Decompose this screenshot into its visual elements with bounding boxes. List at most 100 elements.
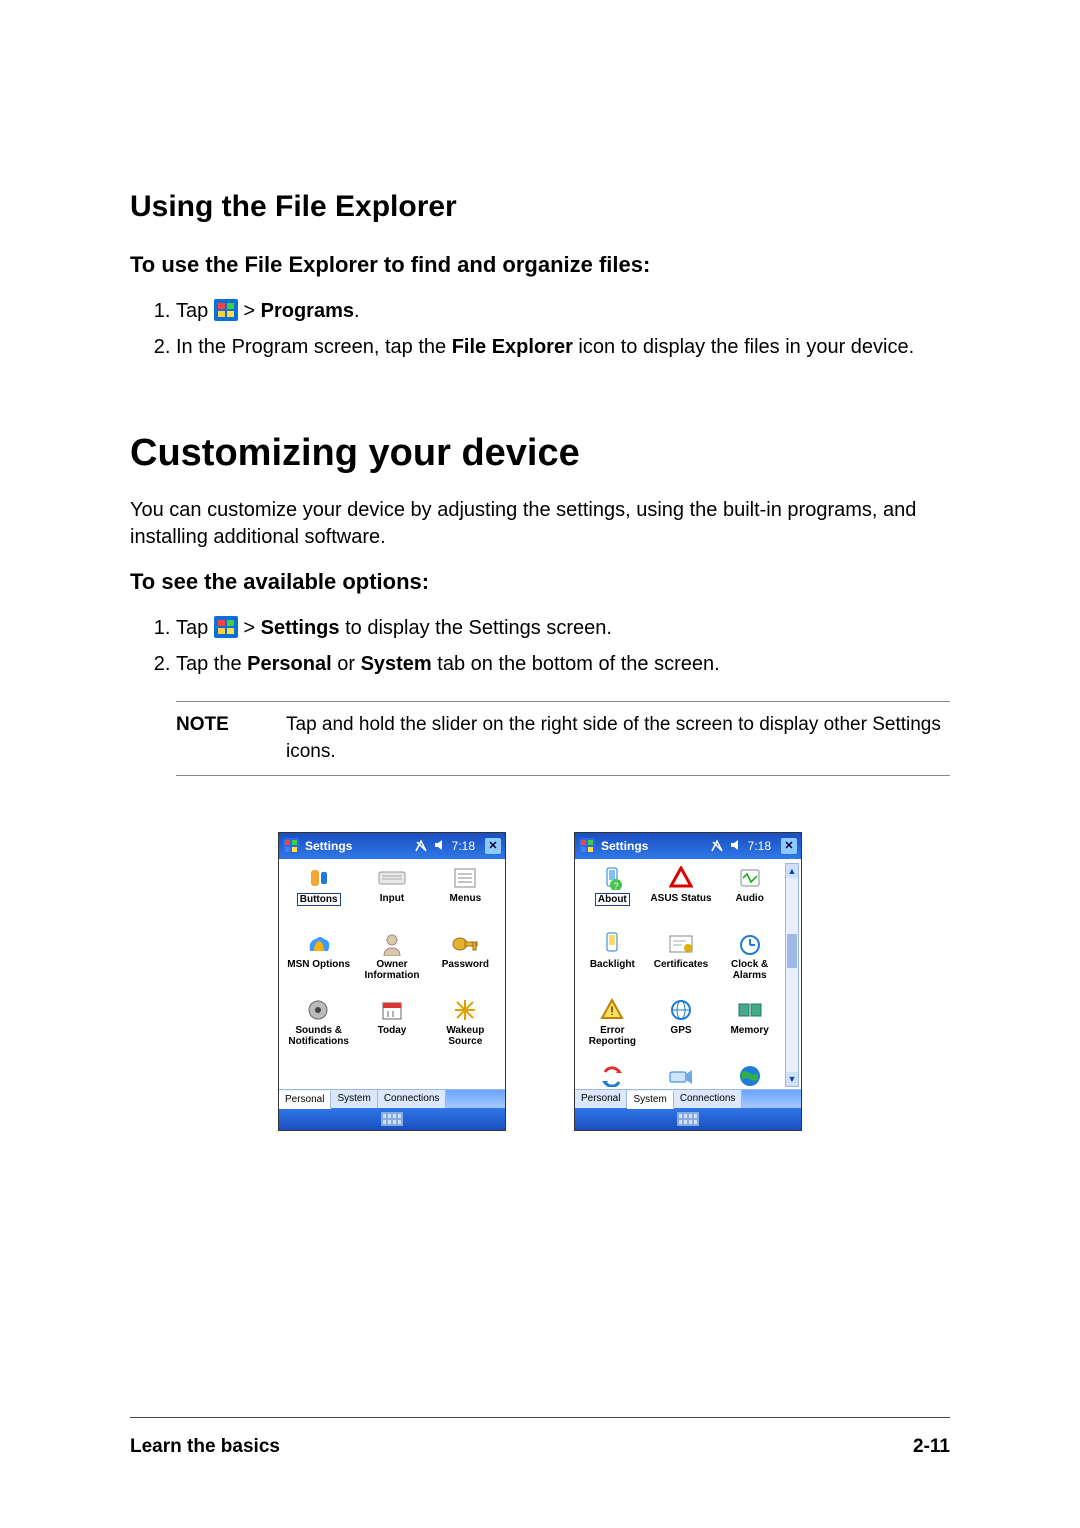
icon-label: About	[595, 893, 630, 906]
tab-system[interactable]: System	[331, 1090, 377, 1108]
settings-icon-owner-information[interactable]: Owner Information	[356, 931, 427, 989]
msn-options-icon	[304, 931, 334, 957]
scroll-up-icon[interactable]: ▲	[786, 864, 798, 878]
settings-icon-clock-alarms[interactable]: Clock & Alarms	[716, 931, 783, 989]
bold-settings: Settings	[261, 617, 340, 639]
device-settings-personal: Settings 7:18 ✕ ButtonsInputMenus MSN Opt…	[278, 832, 506, 1131]
clock[interactable]: 7:18	[452, 839, 475, 853]
window-title: Settings	[305, 839, 408, 853]
text: icon to display the files in your device…	[578, 336, 914, 358]
device-settings-system: Settings 7:18 ✕ ?AboutASUS StatusAudio Ba…	[574, 832, 802, 1131]
keyboard-icon[interactable]	[677, 1112, 699, 1126]
text: In the Program screen, tap the	[176, 336, 452, 358]
bold-programs: Programs	[261, 300, 354, 322]
settings-icon-wakeup-source[interactable]: Wakeup Source	[430, 997, 501, 1055]
icon-label: GPS	[648, 1025, 715, 1036]
settings-icon-menus[interactable]: Menus	[430, 865, 501, 923]
close-icon[interactable]: ✕	[781, 838, 797, 854]
titlebar: Settings 7:18 ✕	[575, 833, 801, 859]
text: Tap the	[176, 653, 247, 675]
footer-section: Learn the basics	[130, 1436, 280, 1458]
today-icon	[377, 997, 407, 1023]
bottom-bar	[575, 1108, 801, 1130]
input-icon	[377, 865, 407, 891]
step-2: In the Program screen, tap the File Expl…	[176, 332, 950, 362]
settings-icon-error-reporting[interactable]: !Error Reporting	[579, 997, 646, 1055]
text: Tap	[176, 617, 214, 639]
window-title: Settings	[601, 839, 704, 853]
step-2: Tap the Personal or System tab on the bo…	[176, 649, 950, 679]
settings-icon-backlight[interactable]: Backlight	[579, 931, 646, 989]
start-icon	[214, 299, 238, 321]
settings-icon-msn-options[interactable]: MSN Options	[283, 931, 354, 989]
footer-rule	[130, 1417, 950, 1418]
icon-label: Audio	[716, 893, 783, 904]
text: to display the Settings screen.	[345, 617, 612, 639]
note-label: NOTE	[176, 712, 286, 765]
intro-customizing: You can customize your device by adjusti…	[130, 497, 950, 551]
clock-alarms-icon	[735, 931, 765, 957]
icon-label: MSN Options	[283, 959, 354, 970]
settings-icon-password[interactable]: Password	[430, 931, 501, 989]
settings-icon-audio[interactable]: Audio	[716, 865, 783, 923]
icon-label: Today	[356, 1025, 427, 1036]
speaker-icon[interactable]	[730, 839, 742, 854]
connectivity-icon[interactable]	[710, 839, 724, 853]
settings-icon-asus-status[interactable]: ASUS Status	[648, 865, 715, 923]
icon-label: Certificates	[648, 959, 715, 970]
asus-status-icon	[666, 865, 696, 891]
speaker-icon[interactable]	[434, 839, 446, 854]
bold-system: System	[361, 653, 432, 675]
tab-system[interactable]: System	[627, 1091, 673, 1109]
settings-icon-buttons[interactable]: Buttons	[283, 865, 354, 923]
page-footer: Learn the basics 2-11	[130, 1436, 950, 1458]
refresh-icon	[597, 1063, 627, 1089]
heading-using-file-explorer: Using the File Explorer	[130, 190, 950, 224]
connectivity-icon[interactable]	[414, 839, 428, 853]
icon-label: Error Reporting	[579, 1025, 646, 1047]
settings-icon-sounds-notifications[interactable]: Sounds & Notifications	[283, 997, 354, 1055]
page: Using the File Explorer To use the File …	[0, 0, 1080, 1528]
settings-icon-globe[interactable]	[716, 1063, 783, 1103]
password-icon	[450, 931, 480, 957]
note-block: NOTE Tap and hold the slider on the righ…	[176, 701, 950, 776]
icon-label: Menus	[430, 893, 501, 904]
footer-page-number: 2-11	[913, 1436, 950, 1458]
step-1: Tap > Settings to display the Settings s…	[176, 613, 950, 643]
backlight-icon	[597, 931, 627, 957]
step-1: Tap > Programs.	[176, 296, 950, 326]
start-icon	[214, 616, 238, 638]
memory-icon	[735, 997, 765, 1023]
subheading-options: To see the available options:	[130, 569, 950, 595]
settings-icon-memory[interactable]: Memory	[716, 997, 783, 1055]
icon-label: Wakeup Source	[430, 1025, 501, 1047]
text: .	[354, 300, 360, 322]
keyboard-icon[interactable]	[381, 1112, 403, 1126]
steps-options: Tap > Settings to display the Settings s…	[130, 613, 950, 679]
tab-connections[interactable]: Connections	[378, 1090, 447, 1108]
steps-file-explorer: Tap > Programs. In the Program screen, t…	[130, 296, 950, 362]
scroll-down-icon[interactable]: ▼	[786, 1072, 798, 1086]
screenshot-row: Settings 7:18 ✕ ButtonsInputMenus MSN Opt…	[130, 832, 950, 1131]
icon-label: Input	[356, 893, 427, 904]
settings-icon-gps[interactable]: GPS	[648, 997, 715, 1055]
close-icon[interactable]: ✕	[485, 838, 501, 854]
icon-label: ASUS Status	[648, 893, 715, 904]
text: Tap	[176, 300, 214, 322]
start-icon[interactable]	[579, 838, 595, 854]
start-icon[interactable]	[283, 838, 299, 854]
text: >	[243, 617, 260, 639]
settings-icon-today[interactable]: Today	[356, 997, 427, 1055]
clock[interactable]: 7:18	[748, 839, 771, 853]
settings-icon-about[interactable]: ?About	[579, 865, 646, 923]
settings-icon-certificates[interactable]: Certificates	[648, 931, 715, 989]
settings-icon-input[interactable]: Input	[356, 865, 427, 923]
scroll-thumb[interactable]	[787, 934, 797, 968]
text: or	[337, 653, 360, 675]
buttons-icon	[304, 865, 334, 891]
subheading-file-explorer: To use the File Explorer to find and org…	[130, 252, 950, 278]
tab-personal[interactable]: Personal	[279, 1091, 331, 1109]
text: tab on the bottom of the screen.	[437, 653, 719, 675]
sounds-notifications-icon	[304, 997, 334, 1023]
scrollbar[interactable]: ▲ ▼	[785, 863, 799, 1087]
